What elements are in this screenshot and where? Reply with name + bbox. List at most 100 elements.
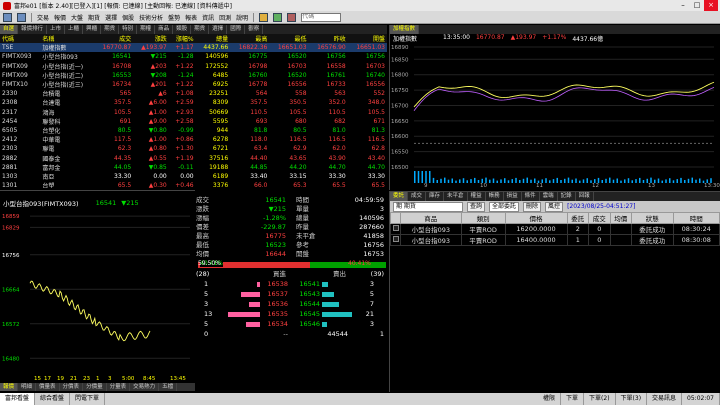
order-tab[interactable]: 條件 (522, 192, 540, 201)
status-permission[interactable]: 權限 (538, 393, 562, 405)
orders-header[interactable] (390, 212, 401, 224)
status-order-2[interactable]: 下單(2) (584, 393, 616, 405)
order-tab[interactable]: 記錄 (558, 192, 576, 201)
quote-header[interactable]: 最高 (230, 34, 270, 44)
quote-tab[interactable]: 自選 (0, 25, 19, 34)
quote-row[interactable]: 6505 台塑化 80.5 ▼0.80 -0.99 944 81.8 80.5 81.0 81.3 (0, 126, 387, 135)
order-tab[interactable]: 庫存 (426, 192, 445, 201)
menu-item-trend[interactable]: 盤勢 (168, 13, 180, 22)
symbol-search-input[interactable] (301, 12, 342, 22)
quote-row[interactable]: 2303 聯電 62.3 ▲0.80 +1.30 6721 63.4 62.9 62.0 62.8 (0, 144, 387, 153)
order-tab[interactable]: 雲端 (540, 192, 558, 201)
quote-row[interactable]: 2308 台達電 357.5 ▲6.00 +2.59 8309 357.5 350.5 352.… (0, 98, 387, 107)
futures-tab[interactable]: 分量表 (107, 383, 131, 391)
quote-row[interactable]: FIMTX09 小型台指(近二) 16553 ▼208 -1.24 6485 16760 16… (0, 71, 387, 80)
chart-icon[interactable] (273, 12, 283, 22)
order-tab[interactable]: 委託 (390, 192, 409, 201)
orders-header[interactable]: 委託 (566, 212, 590, 224)
quote-row[interactable]: 2330 台積電 565 ▲6 +1.08 23251 564 558 563 552 (0, 89, 387, 98)
quote-tab[interactable]: 國際 (227, 25, 246, 34)
quote-row[interactable]: 2317 鴻海 105.5 ▲1.00 +2.93 50669 110.5 105.5 110.… (0, 108, 387, 117)
save-icon[interactable] (17, 12, 26, 22)
futures-chart[interactable]: 16859 16829 16756 16664 16572 16480 15 17 19 21 23… (0, 208, 195, 384)
order-row[interactable]: 小型台指093 平賣ROD 16400.0000 1 0 委託成功 08:30:08 (390, 234, 720, 246)
menu-item-help[interactable]: 說明 (236, 13, 248, 22)
order-checkbox[interactable] (390, 223, 401, 235)
menu-item-ta[interactable]: 技術分析 (139, 13, 163, 22)
menu-item-stock[interactable]: 個股 (122, 13, 134, 22)
delete-button[interactable]: 刪除 (523, 201, 542, 212)
order-tab[interactable]: 損益 (504, 192, 522, 201)
book-row[interactable]: 3 16536 16544 7 (196, 299, 386, 309)
quote-tab[interactable]: 上市 (47, 25, 66, 34)
quote-header[interactable]: 代碼 (0, 34, 41, 44)
index-chart[interactable]: 16890 16850 16800 16750 16700 16650 16600 16550… (390, 43, 720, 190)
order-tab[interactable]: 未平倉 (444, 192, 468, 201)
menu-item-trade[interactable]: 交易 (37, 13, 49, 22)
quote-header[interactable]: 成交 (94, 34, 134, 44)
order-row[interactable]: 小型台指093 平賣ROD 16200.0000 2 0 委託成功 08:30:24 (390, 223, 720, 235)
book-row[interactable]: 5 16534 16546 3 (196, 319, 386, 329)
menu-item-report[interactable]: 報表 (185, 13, 197, 22)
quote-row[interactable]: 2454 聯發科 691 ▲9.00 +2.58 5595 693 680 682 671 (0, 117, 387, 126)
menu-item-backtest[interactable]: 回測 (219, 13, 231, 22)
quote-tab[interactable]: 觀察 (245, 25, 264, 34)
orders-header[interactable]: 價格 (504, 212, 568, 224)
order-checkbox[interactable] (390, 234, 401, 246)
quote-header[interactable]: 最低 (269, 34, 309, 44)
quote-tab[interactable]: 期權 (137, 25, 156, 34)
tab-overview[interactable]: 綜合看盤 (35, 393, 71, 405)
status-order[interactable]: 下單 (561, 393, 585, 405)
orders-header[interactable]: 均價 (609, 212, 633, 224)
menu-item-futures[interactable]: 期貨 (88, 13, 100, 22)
menu-item-quote[interactable]: 報價 (54, 13, 66, 22)
quote-header[interactable]: 開盤 (347, 34, 387, 44)
book-row[interactable]: 5 16537 16543 5 (196, 289, 386, 299)
quote-row[interactable]: TSE 加權指數 16770.87 ▲193.97 +1.17 4437.66 16822.… (0, 43, 387, 53)
status-trade-msg[interactable]: 交易訊息 (647, 393, 683, 405)
book-row[interactable]: 1 16538 16541 3 (196, 279, 386, 289)
quote-row[interactable]: 2882 國泰金 44.35 ▲0.55 +1.19 37516 44.40 43.65 43.… (0, 153, 387, 163)
futures-tab[interactable]: 五檔 (159, 383, 178, 391)
quote-tab[interactable]: 上櫃 (65, 25, 84, 34)
tab-index[interactable]: 加權指數 (390, 25, 420, 34)
futures-tab[interactable]: 交易熱力 (130, 383, 160, 391)
risk-button[interactable]: 風控 (545, 201, 564, 212)
news-icon[interactable] (287, 12, 297, 22)
quote-tab[interactable]: 期貨 (101, 25, 120, 34)
orders-header[interactable]: 類別 (460, 212, 506, 224)
futures-tab[interactable]: 報價 (0, 383, 19, 391)
quote-header[interactable]: 名稱 (40, 34, 94, 44)
quote-header[interactable]: 漲跌 (133, 34, 169, 44)
tab-fubon[interactable]: 富邦看盤 (0, 393, 36, 405)
alert-icon[interactable] (259, 12, 269, 22)
book-row[interactable]: 13 16535 16545 21 (196, 309, 386, 319)
quote-tab[interactable]: 報價排行 (18, 25, 48, 34)
quote-row[interactable]: FIMTX09 小型台指(近一) 16708 ▲203 +1.22 172552 16798… (0, 62, 387, 71)
orders-header[interactable]: 狀態 (631, 212, 674, 224)
quote-header[interactable]: 漲幅% (168, 34, 196, 44)
order-tab[interactable]: 帳務 (486, 192, 504, 201)
quote-row[interactable]: 1301 台塑 65.5 ▲0.30 +0.46 3376 66.0 65.3 65.5 65.5 (0, 181, 387, 188)
menu-item-market[interactable]: 大盤 (71, 13, 83, 22)
query-button[interactable]: 查詢 (467, 201, 486, 212)
menu-item-options[interactable]: 選擇 (105, 13, 117, 22)
quote-tab[interactable]: 選擇 (209, 25, 228, 34)
order-tab[interactable]: 成交 (408, 192, 427, 201)
order-tab[interactable]: 權益 (468, 192, 486, 201)
tab-flash-order[interactable]: 閃電下單 (70, 393, 106, 405)
maximize-button[interactable]: □ (690, 0, 704, 11)
quote-row[interactable]: 1303 南亞 33.30 0.00 0.00 6189 33.40 33.15 33.30 33… (0, 172, 387, 181)
quote-tab[interactable]: 類股 (173, 25, 192, 34)
status-order-3[interactable]: 下單(3) (616, 393, 648, 405)
futures-tab[interactable]: 明細 (18, 383, 37, 391)
futures-tab[interactable]: 分價表 (60, 383, 84, 391)
quote-row[interactable]: FIMTX10 小型台指(近三) 16734 ▲201 +1.22 6925 16778 16… (0, 80, 387, 89)
futures-tab[interactable]: 價量表 (36, 383, 60, 391)
orders-header[interactable]: 成交 (588, 212, 611, 224)
menu-item-info[interactable]: 資訊 (202, 13, 214, 22)
quote-tab[interactable]: 興櫃 (83, 25, 102, 34)
quote-header[interactable]: 昨收 (308, 34, 348, 44)
quote-tab[interactable]: 特別 (119, 25, 138, 34)
quote-header[interactable]: 總量 (195, 34, 231, 44)
